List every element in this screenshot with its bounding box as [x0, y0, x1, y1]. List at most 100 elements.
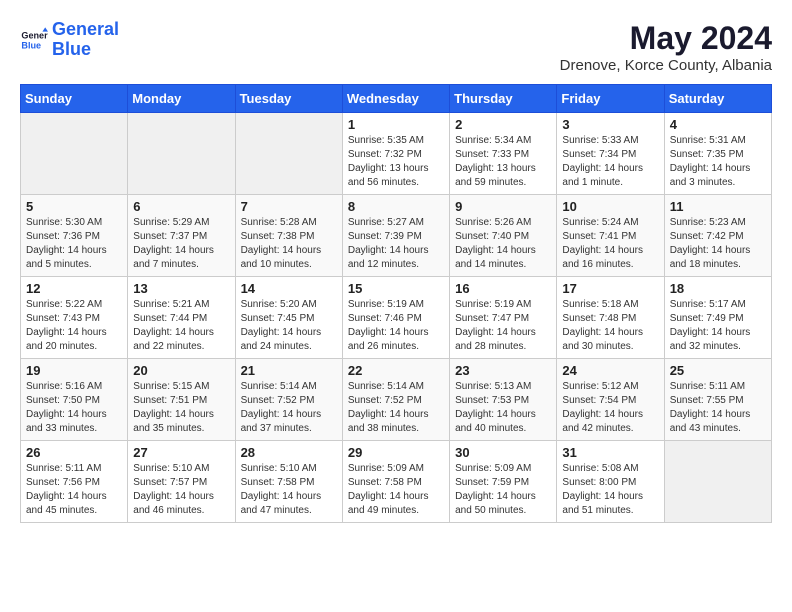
- calendar-cell: 27Sunrise: 5:10 AMSunset: 7:57 PMDayligh…: [128, 441, 235, 523]
- calendar-cell: 28 Sunrise: 5:10 AMSunset: 7:58 PMDayligh…: [235, 441, 342, 523]
- day-number: 20: [133, 363, 229, 378]
- cell-content: Sunrise: 5:08 AMSunset: 8:00 PMDaylight:…: [562, 462, 658, 518]
- calendar-cell: 20 Sunrise: 5:15 AMSunset: 7:51 PMDayligh…: [128, 359, 235, 441]
- day-number: 5: [26, 199, 122, 214]
- weekday-header-wednesday: Wednesday: [342, 85, 449, 113]
- day-number: 9: [455, 199, 551, 214]
- logo-icon: General Blue: [20, 26, 48, 54]
- calendar-cell: 15 Sunrise: 5:19 AMSunset: 7:46 PMDayligh…: [342, 277, 449, 359]
- day-number: 6: [133, 199, 229, 214]
- cell-content: Sunrise: 5:14 AMSunset: 7:52 PMDaylight:…: [241, 380, 337, 436]
- calendar-table: SundayMondayTuesdayWednesdayThursdayFrid…: [20, 84, 772, 523]
- day-number: 10: [562, 199, 658, 214]
- cell-content: Sunrise: 5:16 AMSunset: 7:50 PMDaylight:…: [26, 380, 122, 436]
- day-number: 28: [241, 445, 337, 460]
- svg-text:General: General: [21, 30, 48, 40]
- calendar-cell: 13Sunrise: 5:21 AMSunset: 7:44 PMDayligh…: [128, 277, 235, 359]
- cell-content: Sunrise: 5:27 AMSunset: 7:39 PMDaylight:…: [348, 216, 444, 272]
- calendar-cell: 2Sunrise: 5:34 AMSunset: 7:33 PMDaylight…: [450, 113, 557, 195]
- day-number: 8: [348, 199, 444, 214]
- cell-content: Sunrise: 5:11 AMSunset: 7:55 PMDaylight:…: [670, 380, 766, 436]
- day-number: 1: [348, 117, 444, 132]
- week-row-1: 1 Sunrise: 5:35 AMSunset: 7:32 PMDaylight…: [21, 113, 772, 195]
- day-number: 31: [562, 445, 658, 460]
- calendar-cell: 14 Sunrise: 5:20 AMSunset: 7:45 PMDayligh…: [235, 277, 342, 359]
- title-area: May 2024 Drenove, Korce County, Albania: [560, 20, 772, 74]
- weekday-header-row: SundayMondayTuesdayWednesdayThursdayFrid…: [21, 85, 772, 113]
- day-number: 17: [562, 281, 658, 296]
- day-number: 24: [562, 363, 658, 378]
- cell-content: Sunrise: 5:22 AMSunset: 7:43 PMDaylight:…: [26, 298, 122, 354]
- cell-content: Sunrise: 5:28 AMSunset: 7:38 PMDaylight:…: [241, 216, 337, 272]
- cell-content: Sunrise: 5:19 AMSunset: 7:46 PMDaylight:…: [348, 298, 444, 354]
- location-subtitle: Drenove, Korce County, Albania: [560, 57, 772, 74]
- cell-content: Sunrise: 5:19 AMSunset: 7:47 PMDaylight:…: [455, 298, 551, 354]
- week-row-2: 5Sunrise: 5:30 AMSunset: 7:36 PMDaylight…: [21, 195, 772, 277]
- day-number: 4: [670, 117, 766, 132]
- cell-content: Sunrise: 5:17 AMSunset: 7:49 PMDaylight:…: [670, 298, 766, 354]
- cell-content: Sunrise: 5:14 AMSunset: 7:52 PMDaylight:…: [348, 380, 444, 436]
- calendar-cell: 19 Sunrise: 5:16 AMSunset: 7:50 PMDayligh…: [21, 359, 128, 441]
- weekday-header-thursday: Thursday: [450, 85, 557, 113]
- cell-content: Sunrise: 5:20 AMSunset: 7:45 PMDaylight:…: [241, 298, 337, 354]
- day-number: 18: [670, 281, 766, 296]
- day-number: 25: [670, 363, 766, 378]
- calendar-cell: 25 Sunrise: 5:11 AMSunset: 7:55 PMDayligh…: [664, 359, 771, 441]
- cell-content: Sunrise: 5:12 AMSunset: 7:54 PMDaylight:…: [562, 380, 658, 436]
- calendar-cell: 21 Sunrise: 5:14 AMSunset: 7:52 PMDayligh…: [235, 359, 342, 441]
- calendar-cell: 4Sunrise: 5:31 AMSunset: 7:35 PMDaylight…: [664, 113, 771, 195]
- cell-content: Sunrise: 5:33 AMSunset: 7:34 PMDaylight:…: [562, 134, 658, 190]
- calendar-cell: 3Sunrise: 5:33 AMSunset: 7:34 PMDaylight…: [557, 113, 664, 195]
- weekday-header-monday: Monday: [128, 85, 235, 113]
- weekday-header-friday: Friday: [557, 85, 664, 113]
- day-number: 26: [26, 445, 122, 460]
- day-number: 30: [455, 445, 551, 460]
- day-number: 19: [26, 363, 122, 378]
- calendar-cell: 23 Sunrise: 5:13 AMSunset: 7:53 PMDayligh…: [450, 359, 557, 441]
- logo-text: General: [52, 20, 119, 40]
- calendar-cell: 6 Sunrise: 5:29 AMSunset: 7:37 PMDaylight…: [128, 195, 235, 277]
- day-number: 12: [26, 281, 122, 296]
- week-row-3: 12 Sunrise: 5:22 AMSunset: 7:43 PMDayligh…: [21, 277, 772, 359]
- calendar-cell: 22 Sunrise: 5:14 AMSunset: 7:52 PMDayligh…: [342, 359, 449, 441]
- day-number: 13: [133, 281, 229, 296]
- cell-content: Sunrise: 5:10 AMSunset: 7:58 PMDaylight:…: [241, 462, 337, 518]
- calendar-cell: 30 Sunrise: 5:09 AMSunset: 7:59 PMDayligh…: [450, 441, 557, 523]
- header: General Blue General Blue May 2024 Dreno…: [20, 20, 772, 74]
- weekday-header-saturday: Saturday: [664, 85, 771, 113]
- day-number: 15: [348, 281, 444, 296]
- calendar-cell: 8 Sunrise: 5:27 AMSunset: 7:39 PMDaylight…: [342, 195, 449, 277]
- calendar-cell: 9Sunrise: 5:26 AMSunset: 7:40 PMDaylight…: [450, 195, 557, 277]
- day-number: 11: [670, 199, 766, 214]
- cell-content: Sunrise: 5:29 AMSunset: 7:37 PMDaylight:…: [133, 216, 229, 272]
- cell-content: Sunrise: 5:35 AMSunset: 7:32 PMDaylight:…: [348, 134, 444, 190]
- day-number: 7: [241, 199, 337, 214]
- weekday-header-tuesday: Tuesday: [235, 85, 342, 113]
- day-number: 2: [455, 117, 551, 132]
- calendar-cell: 10Sunrise: 5:24 AMSunset: 7:41 PMDayligh…: [557, 195, 664, 277]
- calendar-cell: [21, 113, 128, 195]
- calendar-cell: 7 Sunrise: 5:28 AMSunset: 7:38 PMDaylight…: [235, 195, 342, 277]
- weekday-header-sunday: Sunday: [21, 85, 128, 113]
- calendar-cell: 1 Sunrise: 5:35 AMSunset: 7:32 PMDaylight…: [342, 113, 449, 195]
- day-number: 21: [241, 363, 337, 378]
- week-row-4: 19 Sunrise: 5:16 AMSunset: 7:50 PMDayligh…: [21, 359, 772, 441]
- calendar-cell: [235, 113, 342, 195]
- day-number: 22: [348, 363, 444, 378]
- calendar-cell: 11Sunrise: 5:23 AMSunset: 7:42 PMDayligh…: [664, 195, 771, 277]
- calendar-cell: 17Sunrise: 5:18 AMSunset: 7:48 PMDayligh…: [557, 277, 664, 359]
- cell-content: Sunrise: 5:09 AMSunset: 7:59 PMDaylight:…: [455, 462, 551, 518]
- cell-content: Sunrise: 5:13 AMSunset: 7:53 PMDaylight:…: [455, 380, 551, 436]
- cell-content: Sunrise: 5:11 AMSunset: 7:56 PMDaylight:…: [26, 462, 122, 518]
- calendar-cell: 31 Sunrise: 5:08 AMSunset: 8:00 PMDayligh…: [557, 441, 664, 523]
- month-title: May 2024: [560, 20, 772, 57]
- day-number: 14: [241, 281, 337, 296]
- day-number: 16: [455, 281, 551, 296]
- calendar-cell: 18 Sunrise: 5:17 AMSunset: 7:49 PMDayligh…: [664, 277, 771, 359]
- day-number: 23: [455, 363, 551, 378]
- svg-text:Blue: Blue: [21, 40, 41, 50]
- cell-content: Sunrise: 5:15 AMSunset: 7:51 PMDaylight:…: [133, 380, 229, 436]
- day-number: 27: [133, 445, 229, 460]
- logo: General Blue General Blue: [20, 20, 119, 60]
- calendar-cell: 12 Sunrise: 5:22 AMSunset: 7:43 PMDayligh…: [21, 277, 128, 359]
